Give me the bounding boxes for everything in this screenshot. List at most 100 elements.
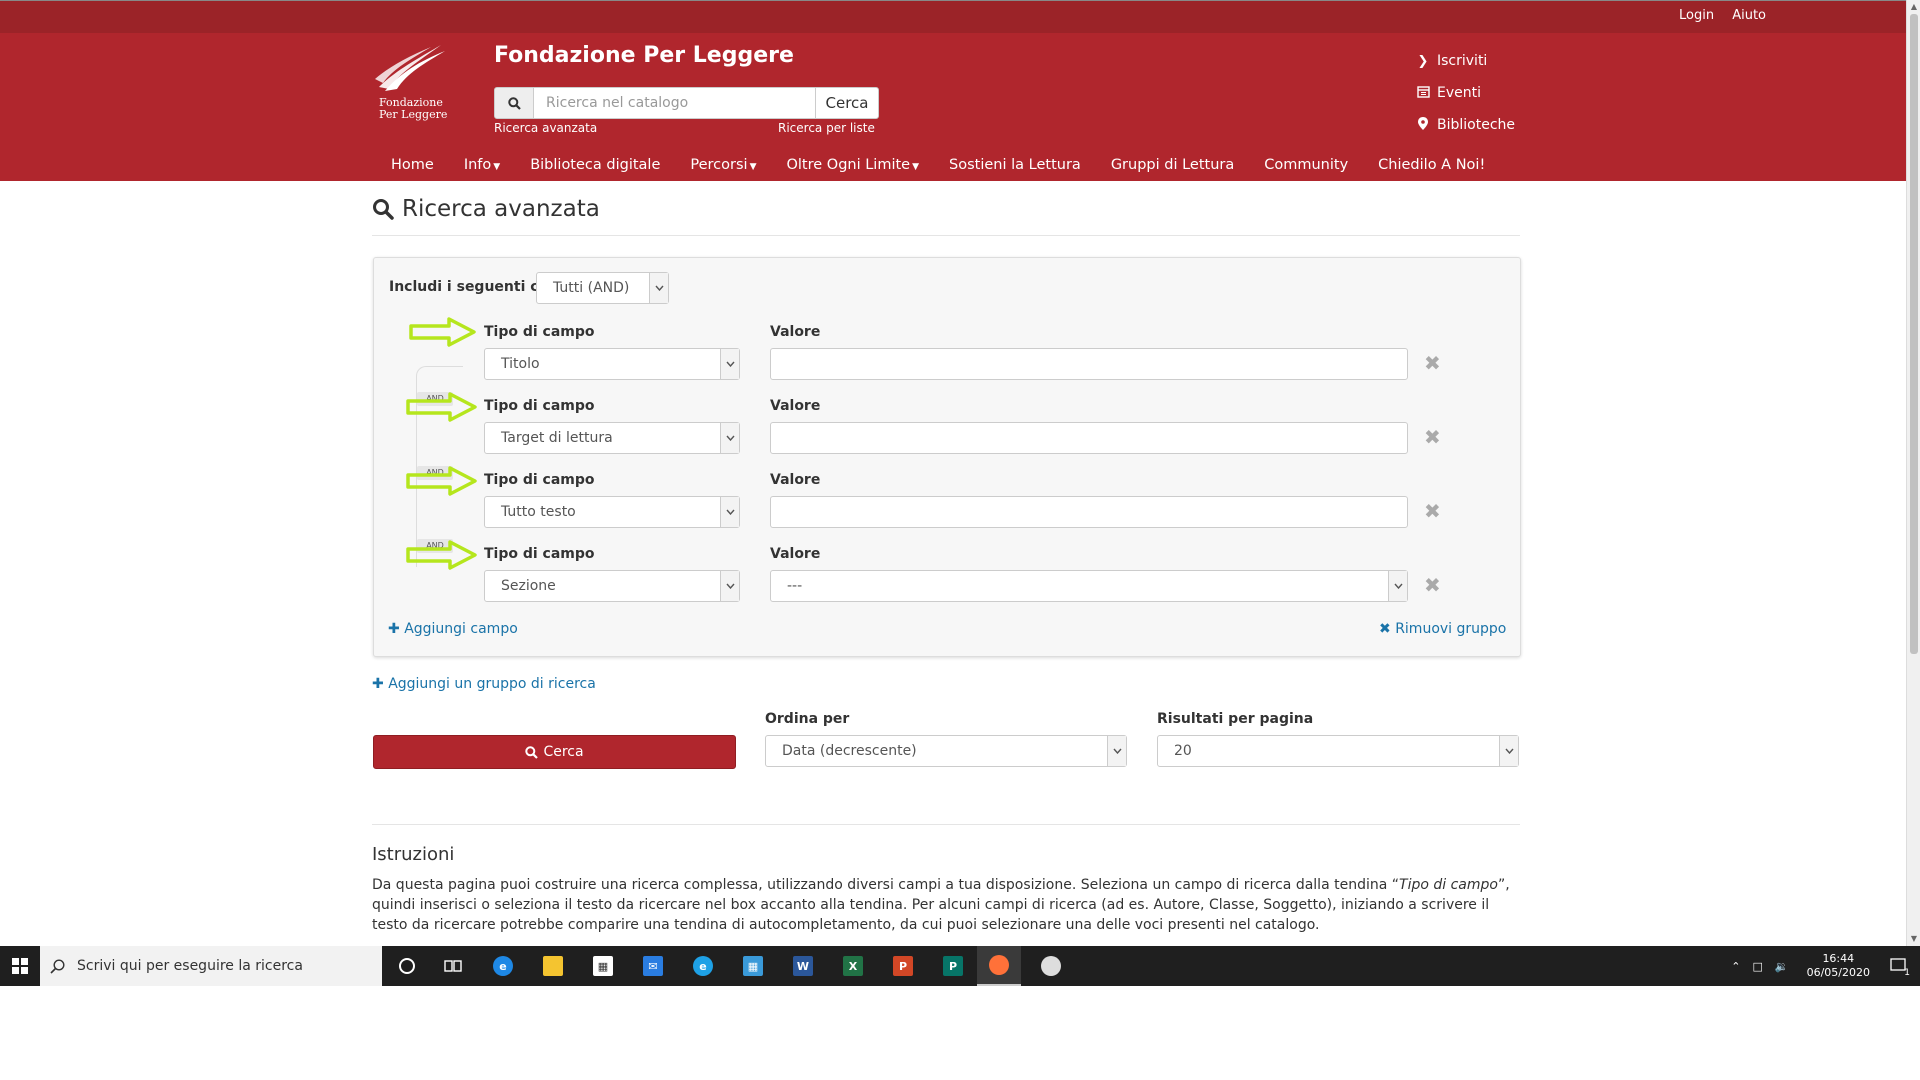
page-scrollbar[interactable]: ▲ ▼ (1906, 0, 1920, 946)
scroll-down-icon[interactable]: ▼ (1907, 932, 1920, 946)
remove-group-link[interactable]: ✖ Rimuovi gruppo (1379, 621, 1506, 637)
search-submit-button[interactable]: Cerca (373, 735, 736, 769)
nav-digital-library[interactable]: Biblioteca digitale (515, 149, 675, 181)
value-input[interactable] (770, 496, 1408, 528)
internet-explorer-icon[interactable]: e (681, 946, 725, 986)
add-field-link[interactable]: ✚ Aggiungi campo (388, 621, 518, 637)
windows-start-icon[interactable] (0, 946, 40, 986)
libraries-link[interactable]: Biblioteche (1413, 109, 1515, 141)
main-nav: Home Info ▼ Biblioteca digitale Percorsi ▼… (376, 149, 1500, 181)
help-link[interactable]: Aiuto (1732, 8, 1766, 23)
chevron-down-icon (720, 349, 739, 379)
volume-icon[interactable]: 🔉 (1775, 960, 1789, 973)
remove-field-icon[interactable]: ✖ (1424, 427, 1441, 447)
powerpoint-icon[interactable]: P (881, 946, 925, 986)
per-page-select[interactable]: 20 (1157, 735, 1519, 767)
page-title: Ricerca avanzata (372, 196, 600, 222)
word-icon[interactable]: W (781, 946, 825, 986)
nav-chiedilo[interactable]: Chiedilo A Noi! (1363, 149, 1500, 181)
mail-icon[interactable]: ✉ (631, 946, 675, 986)
search-icon (525, 745, 539, 759)
chevron-down-icon (720, 497, 739, 527)
nav-percorsi[interactable]: Percorsi ▼ (675, 149, 771, 181)
nav-community[interactable]: Community (1249, 149, 1363, 181)
top-bar: Login Aiuto (0, 0, 1906, 34)
catalog-search: Cerca (494, 87, 879, 119)
sort-select[interactable]: Data (decrescente) (765, 735, 1127, 767)
page-title-text: Ricerca avanzata (402, 196, 600, 222)
field-type-label: Tipo di campo (484, 324, 595, 340)
events-label: Eventi (1437, 85, 1481, 101)
subscribe-label: Iscriviti (1437, 53, 1488, 69)
include-operator-select[interactable]: Tutti (AND) (536, 272, 669, 304)
notification-icon[interactable]: 1 (1890, 957, 1910, 978)
login-link[interactable]: Login (1679, 8, 1714, 23)
store-icon[interactable]: ▦ (581, 946, 625, 986)
plus-icon: ✚ (388, 621, 400, 637)
add-search-group-link[interactable]: ✚ Aggiungi un gruppo di ricerca (372, 676, 596, 692)
per-page-label: Risultati per pagina (1157, 711, 1314, 727)
chevron-down-icon (720, 571, 739, 601)
field-type-label: Tipo di campo (484, 546, 595, 562)
field-type-select[interactable]: Sezione (484, 570, 740, 602)
notification-count: 1 (1904, 967, 1910, 978)
paint-icon[interactable] (1029, 946, 1073, 986)
value-label: Valore (770, 472, 821, 488)
nav-oltre-ogni-limite[interactable]: Oltre Ogni Limite ▼ (771, 149, 934, 181)
edge-icon[interactable]: e (481, 946, 525, 986)
divider (372, 824, 1520, 825)
caret-down-icon: ▼ (749, 162, 757, 172)
list-search-link[interactable]: Ricerca per liste (778, 121, 875, 135)
instructions-text: Da questa pagina puoi costruire una rice… (372, 877, 1510, 933)
taskbar-search[interactable]: Scrivi qui per eseguire la ricerca (40, 946, 382, 986)
header-right-links: ❯ Iscriviti Eventi Biblioteche (1413, 45, 1515, 141)
chevron-down-icon (649, 273, 668, 303)
network-icon[interactable]: □ (1752, 960, 1762, 973)
field-type-label: Tipo di campo (484, 472, 595, 488)
scroll-up-icon[interactable]: ▲ (1907, 0, 1920, 14)
advanced-search-link[interactable]: Ricerca avanzata (494, 121, 597, 135)
catalog-search-input[interactable] (534, 87, 815, 119)
instructions-title: Istruzioni (372, 844, 455, 865)
calculator-icon[interactable]: ▦ (731, 946, 775, 986)
libraries-label: Biblioteche (1437, 117, 1516, 133)
site-logo[interactable]: Fondazione Per Leggere (375, 43, 455, 125)
value-select[interactable]: --- (770, 570, 1408, 602)
site-title[interactable]: Fondazione Per Leggere (494, 43, 794, 68)
cortana-icon[interactable] (385, 946, 429, 986)
nav-gruppi-lettura[interactable]: Gruppi di Lettura (1096, 149, 1249, 181)
firefox-icon[interactable] (977, 946, 1021, 986)
field-type-select[interactable]: Tutto testo (484, 496, 740, 528)
clock[interactable]: 16:44 06/05/2020 (1807, 952, 1870, 980)
chevron-down-icon (1499, 736, 1518, 766)
chevron-down-icon (720, 423, 739, 453)
highlight-arrow-icon (406, 466, 477, 496)
catalog-search-button[interactable]: Cerca (815, 87, 879, 119)
remove-field-icon[interactable]: ✖ (1424, 353, 1441, 373)
field-type-select[interactable]: Titolo (484, 348, 740, 380)
remove-field-icon[interactable]: ✖ (1424, 575, 1441, 595)
task-view-icon[interactable] (431, 946, 475, 986)
search-icon (50, 958, 65, 974)
events-link[interactable]: Eventi (1413, 77, 1515, 109)
excel-icon[interactable]: X (831, 946, 875, 986)
nav-info[interactable]: Info ▼ (449, 149, 515, 181)
remove-field-icon[interactable]: ✖ (1424, 501, 1441, 521)
close-icon: ✖ (1379, 621, 1391, 637)
value-input[interactable] (770, 348, 1408, 380)
logo-text-line2: Per Leggere (379, 108, 448, 121)
search-icon (373, 199, 394, 220)
logo-swoosh-icon (375, 45, 445, 91)
nav-sostieni-lettura[interactable]: Sostieni la Lettura (934, 149, 1096, 181)
scrollbar-thumb[interactable] (1910, 14, 1918, 654)
value-input[interactable] (770, 422, 1408, 454)
caret-down-icon: ▼ (493, 162, 501, 172)
publisher-icon[interactable]: P (931, 946, 975, 986)
chevron-up-icon[interactable]: ⌃ (1731, 960, 1740, 973)
highlight-arrow-icon (409, 317, 476, 347)
subscribe-link[interactable]: ❯ Iscriviti (1413, 45, 1515, 77)
file-explorer-icon[interactable] (531, 946, 575, 986)
value-label: Valore (770, 546, 821, 562)
nav-home[interactable]: Home (376, 149, 449, 181)
field-type-select[interactable]: Target di lettura (484, 422, 740, 454)
